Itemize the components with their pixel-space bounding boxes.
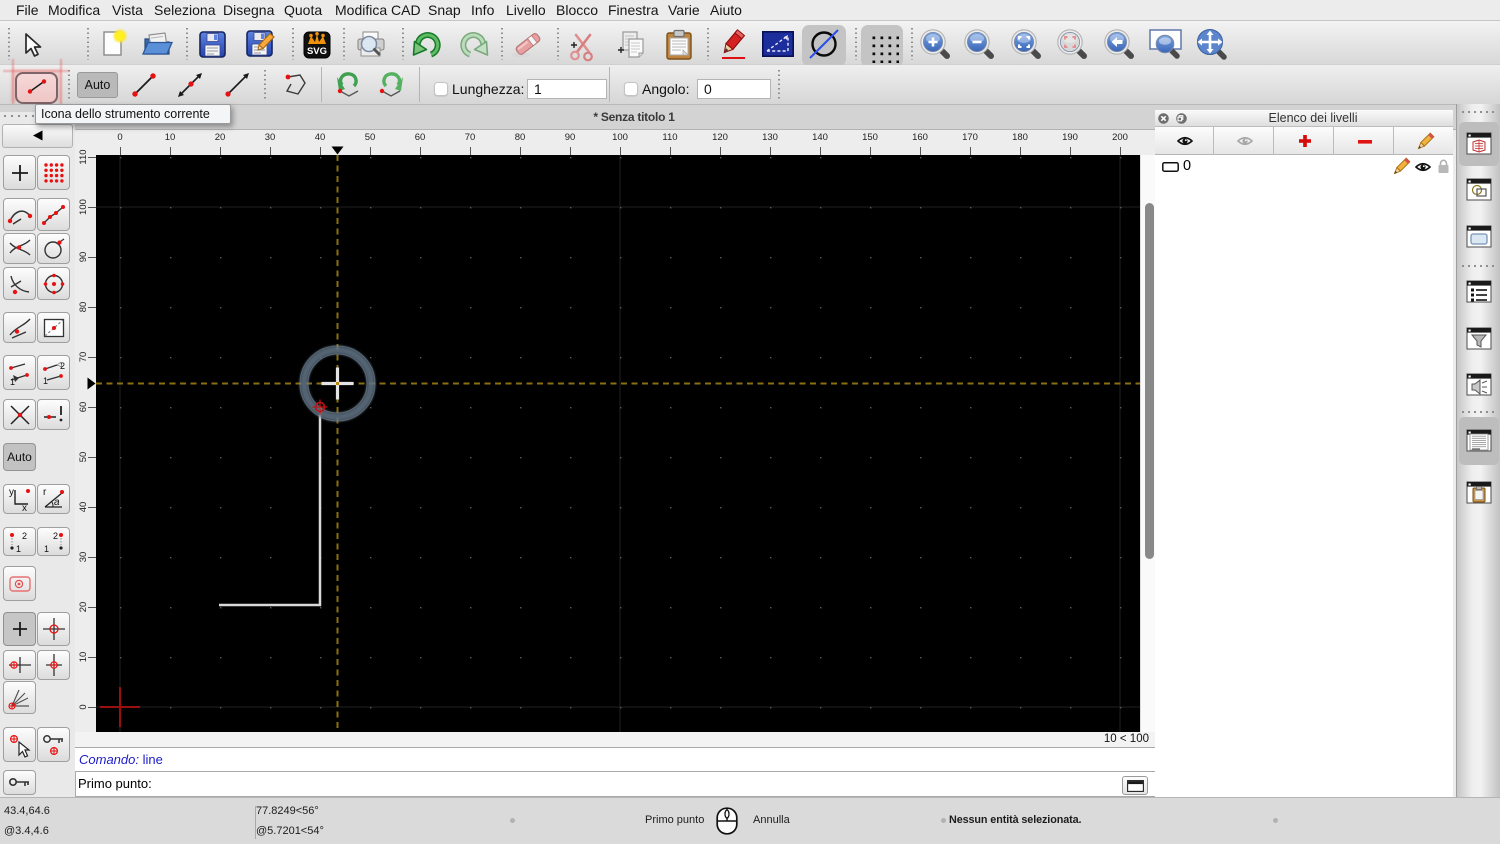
svg-text:a: a	[54, 497, 60, 508]
svg-text:2: 2	[53, 531, 58, 541]
svg-text:x: x	[22, 503, 27, 512]
svg-text:SVG: SVG	[307, 46, 327, 57]
svg-text:2: 2	[60, 361, 65, 371]
svg-text:y: y	[9, 487, 14, 498]
svg-text:r: r	[43, 487, 47, 498]
svg-text:1: 1	[16, 544, 21, 554]
svg-text:1: 1	[43, 376, 48, 386]
svg-text:1: 1	[44, 544, 49, 554]
svg-text:2: 2	[22, 531, 27, 541]
svg-text:1: 1	[10, 377, 15, 386]
